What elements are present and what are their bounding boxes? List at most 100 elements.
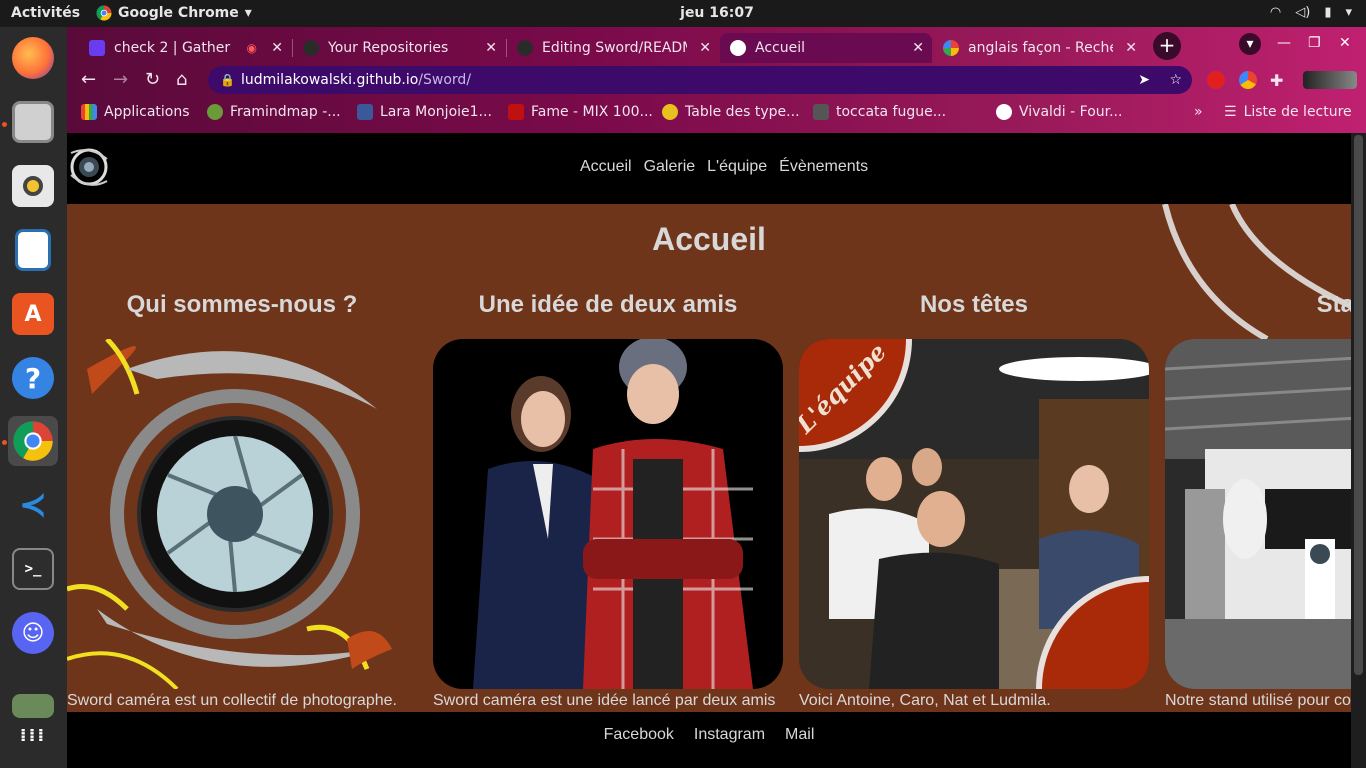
back-icon[interactable]: ←	[81, 69, 96, 90]
close-window-icon[interactable]: ✕	[1339, 35, 1351, 51]
tab-editing-readme[interactable]: Editing Sword/READM ✕	[507, 33, 719, 63]
minimize-icon[interactable]: —	[1277, 35, 1291, 51]
reload-icon[interactable]: ↻	[145, 69, 160, 90]
google-icon	[943, 40, 959, 56]
puzzle-icon[interactable]: ✚	[1270, 71, 1283, 90]
framindmap-icon	[207, 104, 223, 120]
card-stand: Star Notre stand utilisé pour co	[1165, 291, 1351, 710]
tab-title: Your Repositories	[328, 40, 449, 56]
card-idee-deux-amis: Une idée de deux amis Sword caméra est u…	[433, 291, 783, 710]
card-heading: Star	[1316, 291, 1351, 318]
site-nav: Accueil Galerie L'équipe Évènements	[580, 158, 868, 176]
tab-accueil[interactable]: Accueil ✕	[720, 33, 932, 63]
wifi-icon: ◠	[1269, 5, 1282, 20]
dock-terminal[interactable]: >_	[8, 544, 58, 594]
discord-icon: ☺	[12, 612, 54, 654]
nav-accueil[interactable]: Accueil	[580, 158, 632, 176]
home-icon[interactable]: ⌂	[176, 69, 187, 90]
page-title: Accueil	[652, 221, 766, 257]
scrollbar-thumb[interactable]	[1354, 135, 1363, 675]
bookmark-fame[interactable]: Fame - MIX 100...	[508, 104, 653, 120]
dock-help[interactable]: ?	[8, 353, 58, 403]
team-photo: L'équipe	[799, 339, 1149, 689]
vscode-icon: ≺	[18, 485, 48, 525]
footer-link-instagram[interactable]: Instagram	[694, 726, 765, 768]
browser-toolbar: ← → ↻ ⌂ 🔒 ludmilakowalski.github.io/Swor…	[67, 63, 1366, 97]
bookmark-toccata[interactable]: toccata fugue...	[813, 104, 946, 120]
system-tray[interactable]: ◠ ◁) ▮ ▾	[1270, 5, 1352, 20]
tab-repositories[interactable]: Your Repositories ✕	[293, 33, 505, 63]
tab-search-icon[interactable]: ▾	[1239, 33, 1261, 55]
apps-grid-icon	[81, 104, 97, 120]
dock-vscode[interactable]: ≺	[8, 480, 58, 530]
bookmark-table-types[interactable]: Table des type...	[662, 104, 800, 120]
bookmark-lara[interactable]: Lara Monjoie1...	[357, 104, 492, 120]
github-icon	[517, 40, 533, 56]
nav-evenements[interactable]: Évènements	[779, 158, 868, 176]
chevron-down-icon: ▾	[1345, 5, 1352, 20]
dock-chrome[interactable]	[8, 416, 58, 466]
browser-window: check 2 | Gather ◉ ✕ Your Repositories ✕…	[67, 27, 1366, 133]
site-logo[interactable]	[69, 145, 109, 191]
card-caption: Sword caméra est une idée lancé par deux…	[433, 692, 776, 709]
nav-equipe[interactable]: L'équipe	[707, 158, 767, 176]
rhythmbox-icon	[12, 165, 54, 207]
profile-avatar[interactable]	[1303, 71, 1357, 89]
tab-title: anglais façon - Recher	[968, 40, 1113, 56]
facebook-icon	[357, 104, 373, 120]
dock-software[interactable]: A	[8, 289, 58, 339]
reading-list-icon: ☰	[1224, 104, 1237, 120]
dock-firefox[interactable]	[8, 33, 58, 83]
musescore-icon	[813, 104, 829, 120]
reading-list-label: Liste de lecture	[1243, 104, 1352, 120]
battery-icon: ▮	[1324, 5, 1332, 20]
dock-rhythmbox[interactable]	[8, 161, 58, 211]
tab-gather[interactable]: check 2 | Gather ◉ ✕	[79, 33, 291, 63]
bookmark-framindmap[interactable]: Framindmap -...	[207, 104, 341, 120]
extension-adblock-icon[interactable]	[1207, 71, 1225, 89]
extension-color-icon[interactable]	[1239, 71, 1257, 89]
dock-app-grid[interactable]: ⁞⁞⁞	[8, 711, 58, 761]
dock-files[interactable]	[8, 97, 58, 147]
bookmark-label: Framindmap -...	[230, 104, 341, 120]
close-icon[interactable]: ✕	[912, 40, 924, 56]
page-scrollbar[interactable]	[1351, 133, 1366, 768]
bookmarks-bar: Applications Framindmap -... Lara Monjoi…	[67, 99, 1366, 129]
tab-title: Accueil	[755, 40, 805, 56]
sword-camera-logo	[67, 337, 417, 691]
tab-google-search[interactable]: anglais façon - Recher ✕	[933, 33, 1145, 63]
url-host: ludmilakowalski.github.io	[241, 72, 419, 88]
close-icon[interactable]: ✕	[271, 40, 283, 56]
system-top-bar: Activités Google Chrome ▾ jeu 16:07 ◠ ◁)…	[0, 0, 1366, 27]
help-icon: ?	[12, 357, 54, 399]
close-icon[interactable]: ✕	[699, 40, 711, 56]
founders-photo	[433, 339, 783, 689]
close-icon[interactable]: ✕	[1125, 40, 1137, 56]
dock-discord[interactable]: ☺	[8, 608, 58, 658]
address-bar[interactable]: 🔒 ludmilakowalski.github.io/Sword/ ➤ ☆	[208, 66, 1192, 94]
dock-writer[interactable]	[8, 225, 58, 275]
reading-list-button[interactable]: ☰ Liste de lecture	[1224, 104, 1352, 120]
card-heading: Nos têtes	[919, 291, 1029, 318]
writer-icon	[15, 229, 51, 271]
bookmark-applications[interactable]: Applications	[81, 104, 190, 120]
footer-link-mail[interactable]: Mail	[785, 726, 814, 768]
bookmark-vivaldi[interactable]: Vivaldi - Four...	[996, 104, 1122, 120]
stand-photo	[1165, 339, 1351, 689]
new-tab-button[interactable]: +	[1153, 32, 1181, 60]
card-nos-tetes: Nos têtes L'équipe Voici Antoine, Caro, …	[799, 291, 1149, 710]
bookmark-label: Vivaldi - Four...	[1019, 104, 1123, 120]
bookmark-star-icon[interactable]: ☆	[1169, 66, 1182, 94]
close-icon[interactable]: ✕	[485, 40, 497, 56]
send-icon[interactable]: ➤	[1138, 66, 1150, 94]
footer-link-facebook[interactable]: Facebook	[604, 726, 674, 768]
card-caption: Voici Antoine, Caro, Nat et Ludmila.	[799, 692, 1051, 709]
clock[interactable]: jeu 16:07	[0, 5, 1366, 21]
maximize-icon[interactable]: ❐	[1308, 35, 1321, 51]
bookmarks-overflow-button[interactable]: »	[1194, 104, 1203, 120]
bookmark-label: Fame - MIX 100...	[531, 104, 653, 120]
software-icon: A	[12, 293, 54, 335]
nav-galerie[interactable]: Galerie	[644, 158, 696, 176]
forward-icon[interactable]: →	[113, 69, 128, 90]
bookmark-label: Lara Monjoie1...	[380, 104, 492, 120]
